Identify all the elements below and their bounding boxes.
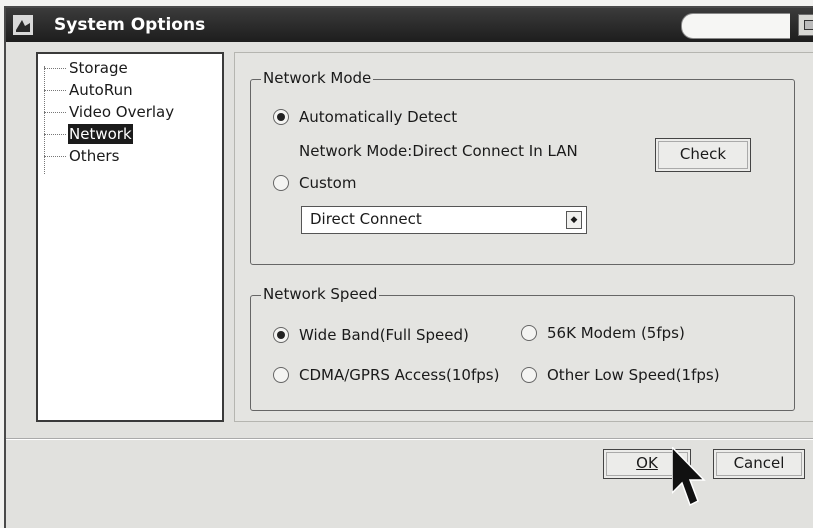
network-mode-status: Network Mode:Direct Connect In LAN (299, 142, 578, 160)
modem-label: 56K Modem (5fps) (547, 324, 685, 342)
low-speed-label: Other Low Speed(1fps) (547, 366, 720, 384)
window-title: System Options (54, 15, 206, 35)
button-inner-border (658, 141, 748, 169)
auto-detect-radio[interactable] (273, 109, 289, 125)
tree-connector (44, 156, 66, 157)
network-mode-group: Network Mode Automatically Detect Networ… (250, 69, 795, 265)
cancel-button[interactable]: Cancel (713, 449, 805, 479)
check-button[interactable]: Check (655, 138, 751, 172)
tree-item-autorun[interactable]: AutoRun (68, 80, 134, 100)
tree-item-video-overlay[interactable]: Video Overlay (68, 102, 175, 122)
modem-radio[interactable] (521, 325, 537, 341)
tree-connector (44, 68, 66, 69)
network-speed-group: Network Speed Wide Band(Full Speed) 56K … (250, 285, 795, 411)
custom-radio[interactable] (273, 175, 289, 191)
network-settings-panel: Network Mode Automatically Detect Networ… (234, 52, 813, 422)
tree-connector (44, 90, 66, 91)
custom-label: Custom (299, 174, 357, 192)
low-speed-radio[interactable] (521, 367, 537, 383)
options-tree: Storage AutoRun Video Overlay Network Ot… (36, 52, 224, 422)
auto-detect-label: Automatically Detect (299, 108, 458, 126)
wide-band-label: Wide Band(Full Speed) (299, 326, 469, 344)
network-mode-label: Network Mode (261, 69, 374, 87)
maximize-icon[interactable] (798, 14, 813, 36)
custom-mode-value: Direct Connect (310, 210, 422, 228)
title-search-field[interactable] (681, 13, 790, 39)
custom-mode-select[interactable]: Direct Connect ◆ (301, 206, 587, 234)
tree-item-network[interactable]: Network (68, 124, 133, 144)
dropdown-arrow-icon[interactable]: ◆ (566, 211, 582, 229)
tree-connector (44, 112, 66, 113)
tree-connector (44, 66, 45, 174)
tree-item-storage[interactable]: Storage (68, 58, 129, 78)
wide-band-radio[interactable] (273, 327, 289, 343)
cdma-label: CDMA/GPRS Access(10fps) (299, 366, 500, 384)
network-speed-label: Network Speed (261, 285, 380, 303)
tree-connector (44, 134, 66, 135)
button-inner-border (716, 452, 802, 476)
tree-item-others[interactable]: Others (68, 146, 120, 166)
mouse-pointer-icon (672, 447, 706, 507)
cdma-radio[interactable] (273, 367, 289, 383)
footer-divider (6, 438, 813, 440)
title-bar[interactable]: System Options (6, 8, 813, 42)
app-icon (13, 15, 33, 35)
